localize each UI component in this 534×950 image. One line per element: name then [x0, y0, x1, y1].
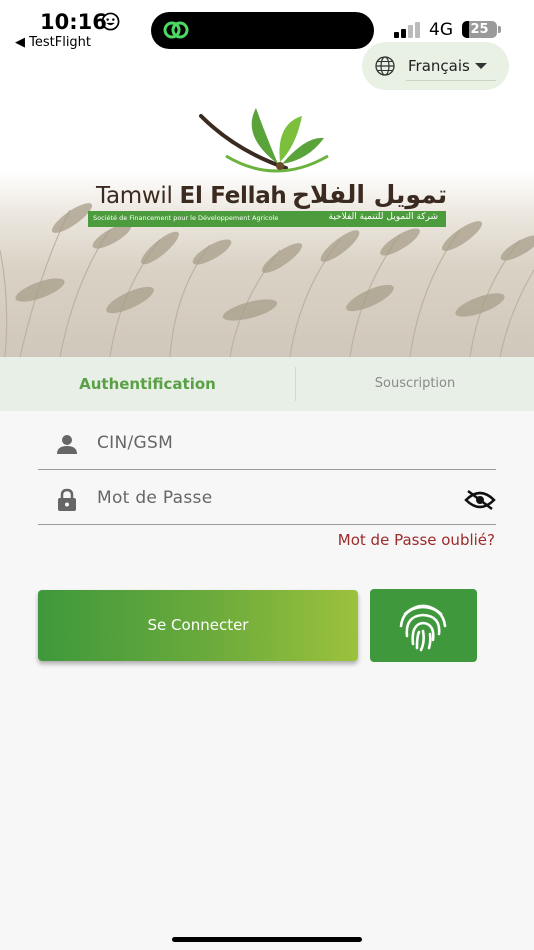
- battery-cap: [498, 26, 501, 33]
- status-time: 10:16: [40, 10, 107, 34]
- password-field[interactable]: Mot de Passe: [38, 470, 496, 525]
- brand-name-regular: Tamwil: [96, 183, 180, 209]
- battery-level: 25: [470, 22, 489, 37]
- brand-name-bold: El Fellah: [179, 183, 287, 209]
- lock-icon: [58, 488, 76, 511]
- tagline-ar: شركة التمويل للتنمية الفلاحية: [328, 212, 439, 222]
- back-to-testflight-link[interactable]: ◀ TestFlight: [15, 35, 91, 50]
- link-rings-icon: [163, 21, 189, 39]
- dynamic-island: [151, 12, 374, 49]
- fingerprint-login-button[interactable]: [370, 589, 477, 662]
- home-indicator[interactable]: [172, 937, 362, 942]
- id-field[interactable]: CIN/GSM: [38, 415, 496, 470]
- user-icon: [57, 435, 77, 454]
- network-type: 4G: [429, 20, 453, 40]
- password-input[interactable]: Mot de Passe: [97, 488, 212, 508]
- language-label: Français: [408, 57, 470, 75]
- fingerprint-icon: [399, 604, 447, 652]
- language-underline: [406, 80, 496, 81]
- sprout-logo-icon: [199, 108, 329, 173]
- battery-icon: 25: [462, 21, 497, 38]
- tagline-fr: Société de Financement pour le Développe…: [93, 214, 279, 222]
- brand-tagline-banner: Société de Financement pour le Développe…: [88, 211, 446, 227]
- globe-icon: [375, 56, 395, 76]
- forgot-password-link[interactable]: Mot de Passe oublié?: [338, 531, 495, 549]
- eye-slash-icon[interactable]: [464, 489, 496, 511]
- cellular-signal-icon: [394, 22, 420, 38]
- auth-tabs: Authentification Souscription: [0, 357, 534, 411]
- id-input[interactable]: CIN/GSM: [97, 433, 173, 453]
- chevron-down-icon: [475, 63, 487, 69]
- brand-name-arabic: تمويل الفلاح: [292, 180, 448, 209]
- tab-subscription[interactable]: Souscription: [296, 357, 534, 411]
- connect-button[interactable]: Se Connecter: [38, 590, 358, 661]
- smiley-icon: [101, 12, 120, 31]
- brand-name: Tamwil El Fellah: [96, 183, 287, 209]
- language-selector[interactable]: Français: [362, 42, 509, 90]
- tab-authentication[interactable]: Authentification: [0, 357, 295, 411]
